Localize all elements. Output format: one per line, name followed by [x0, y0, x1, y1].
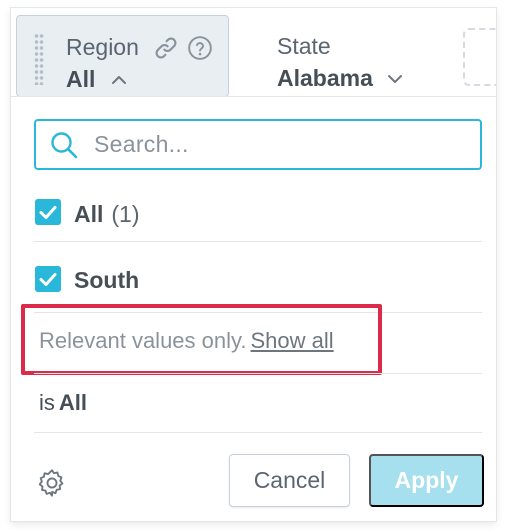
region-filter-label: Region: [66, 34, 139, 60]
summary-value: All: [58, 390, 88, 415]
search-box[interactable]: [34, 119, 482, 170]
gear-icon[interactable]: [36, 467, 68, 499]
state-filter[interactable]: State Alabama: [263, 15, 423, 97]
apply-button[interactable]: Apply: [369, 454, 484, 507]
chevron-up-icon: [112, 76, 126, 84]
summary-prefix: is: [39, 390, 55, 415]
option-label: South: [74, 267, 140, 293]
divider: [34, 432, 482, 433]
checkbox-checked-icon[interactable]: [35, 266, 61, 292]
cancel-button[interactable]: Cancel: [229, 454, 350, 507]
state-filter-value: Alabama: [277, 65, 373, 91]
selection-summary: is All: [39, 390, 87, 416]
filter-panel: Region All State Alabama Search... All (…: [11, 8, 496, 521]
question-circle-icon[interactable]: [187, 35, 213, 61]
chevron-down-icon: [388, 75, 402, 83]
drag-handle-icon[interactable]: [34, 33, 44, 85]
state-filter-label: State: [277, 33, 331, 59]
divider: [34, 241, 482, 242]
search-input[interactable]: [94, 121, 464, 168]
divider: [34, 373, 482, 374]
option-count: (1): [111, 201, 140, 227]
option-label: All (1): [74, 201, 140, 227]
checkbox-checked-icon[interactable]: [35, 199, 61, 225]
region-filter[interactable]: Region All: [16, 15, 229, 97]
highlight-box: [21, 304, 382, 375]
region-filter-value: All: [66, 66, 96, 92]
link-icon: [155, 37, 177, 59]
add-filter-placeholder[interactable]: [463, 28, 496, 86]
search-icon: [51, 132, 78, 159]
filter-bar-divider: [11, 96, 496, 97]
